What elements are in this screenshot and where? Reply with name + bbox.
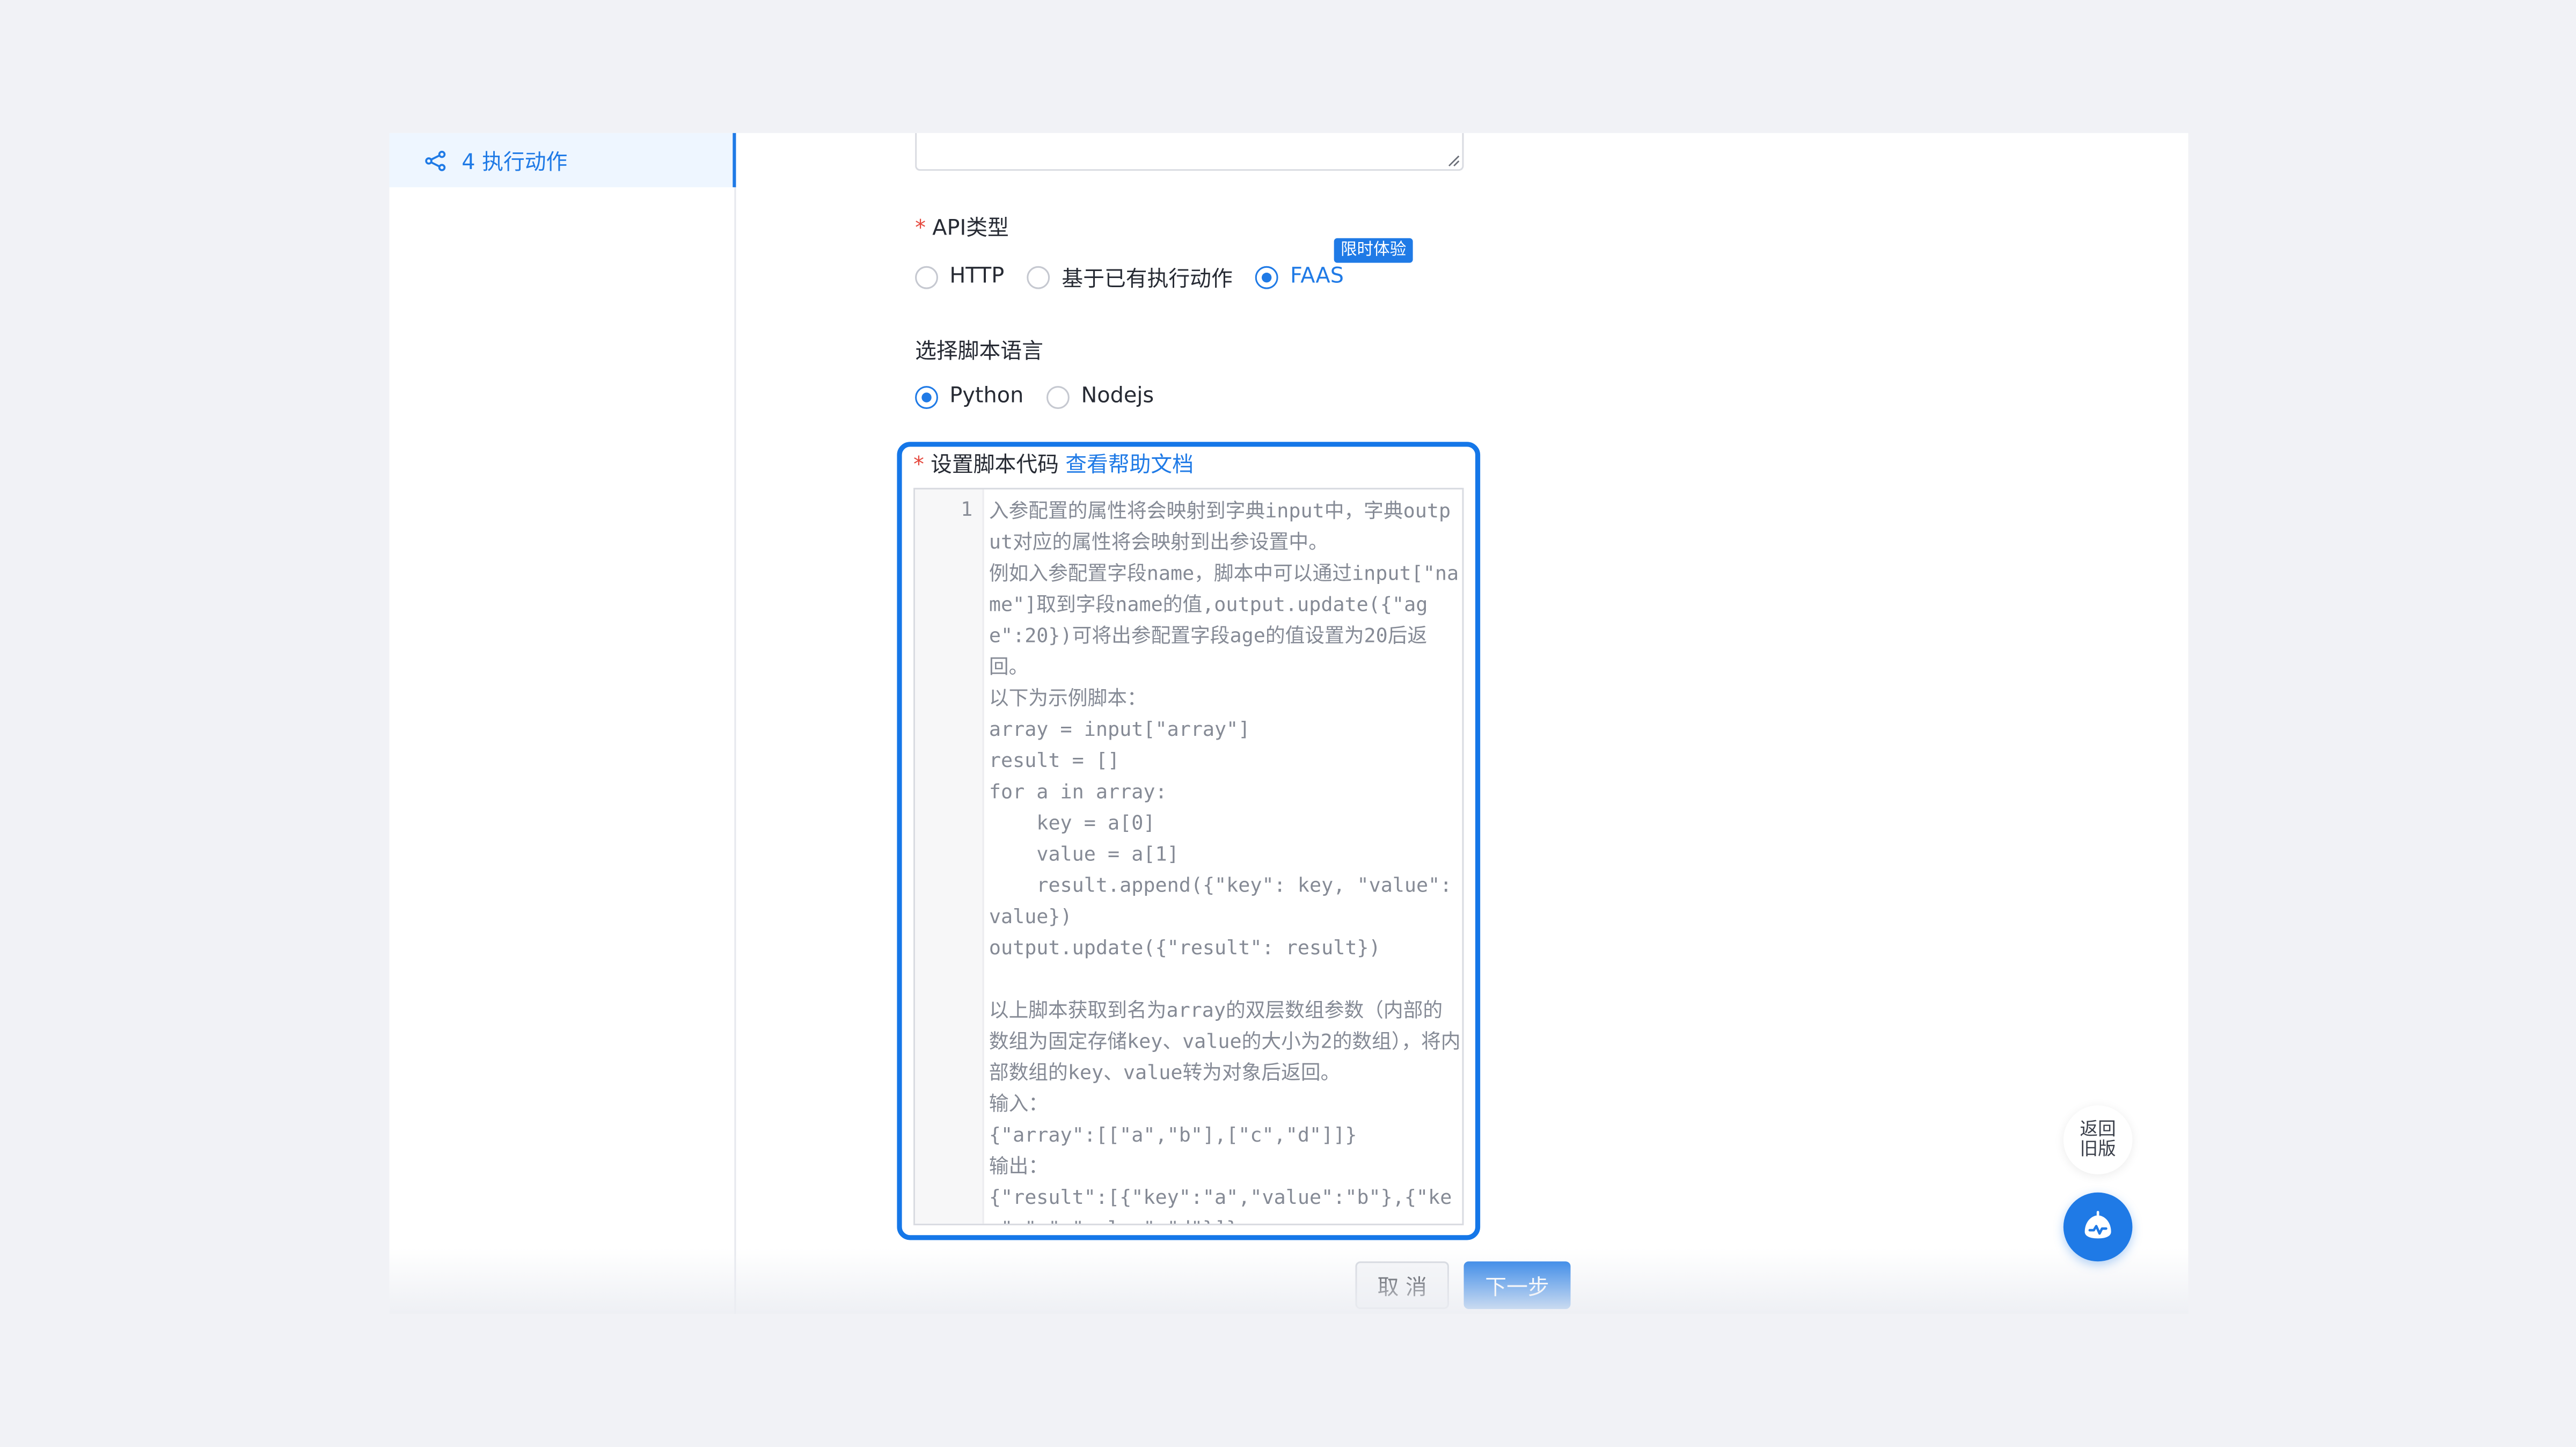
assistant-icon: [2084, 1211, 2111, 1239]
help-doc-link[interactable]: 查看帮助文档: [1065, 454, 1194, 478]
line-number: 1: [961, 498, 973, 521]
form: * API类型 HTTP 基于已有执行动作 FAAS 限时体验 选择脚本语言 Py…: [0, 0, 2576, 1447]
api-type-radio-group: HTTP 基于已有执行动作 FAAS: [915, 261, 1367, 293]
radio-circle[interactable]: [1046, 385, 1070, 408]
api-type-label: * API类型: [915, 216, 1009, 242]
resize-handle-icon[interactable]: [1447, 155, 1460, 167]
required-mark: *: [913, 453, 924, 478]
code-editor[interactable]: 1 入参配置的属性将会映射到字典input中，字典output对应的属性将会映射…: [913, 487, 1464, 1225]
radio-circle[interactable]: [915, 385, 938, 408]
required-mark: *: [915, 216, 926, 242]
radio-existing-action[interactable]: 基于已有执行动作: [1027, 261, 1233, 293]
limited-trial-badge: 限时体验: [1334, 238, 1413, 263]
back-to-old-version-button[interactable]: 返回旧版: [2063, 1105, 2133, 1175]
radio-http[interactable]: HTTP: [915, 265, 1004, 289]
script-language-radio-group: Python Nodejs: [915, 384, 1177, 409]
radio-circle[interactable]: [1255, 265, 1279, 289]
description-textarea[interactable]: [915, 133, 1464, 171]
radio-nodejs[interactable]: Nodejs: [1046, 384, 1154, 409]
code-content[interactable]: 入参配置的属性将会映射到字典input中，字典output对应的属性将会映射到出…: [989, 496, 1462, 1224]
radio-faas[interactable]: FAAS: [1255, 265, 1344, 289]
radio-circle[interactable]: [1027, 265, 1050, 289]
stage: 4 执行动作 * API类型 HTTP 基于已有执行动作 FAAS 限时体验 选…: [0, 0, 2576, 1447]
radio-python[interactable]: Python: [915, 384, 1023, 409]
assistant-button[interactable]: [2063, 1192, 2133, 1262]
radio-circle[interactable]: [915, 265, 938, 289]
script-language-label: 选择脚本语言: [915, 340, 1043, 365]
script-code-label: * 设置脚本代码 查看帮助文档: [913, 453, 1194, 478]
line-gutter: 1: [915, 489, 984, 1224]
next-step-button[interactable]: 下一步: [1463, 1261, 1571, 1309]
cancel-button[interactable]: 取 消: [1355, 1261, 1449, 1309]
